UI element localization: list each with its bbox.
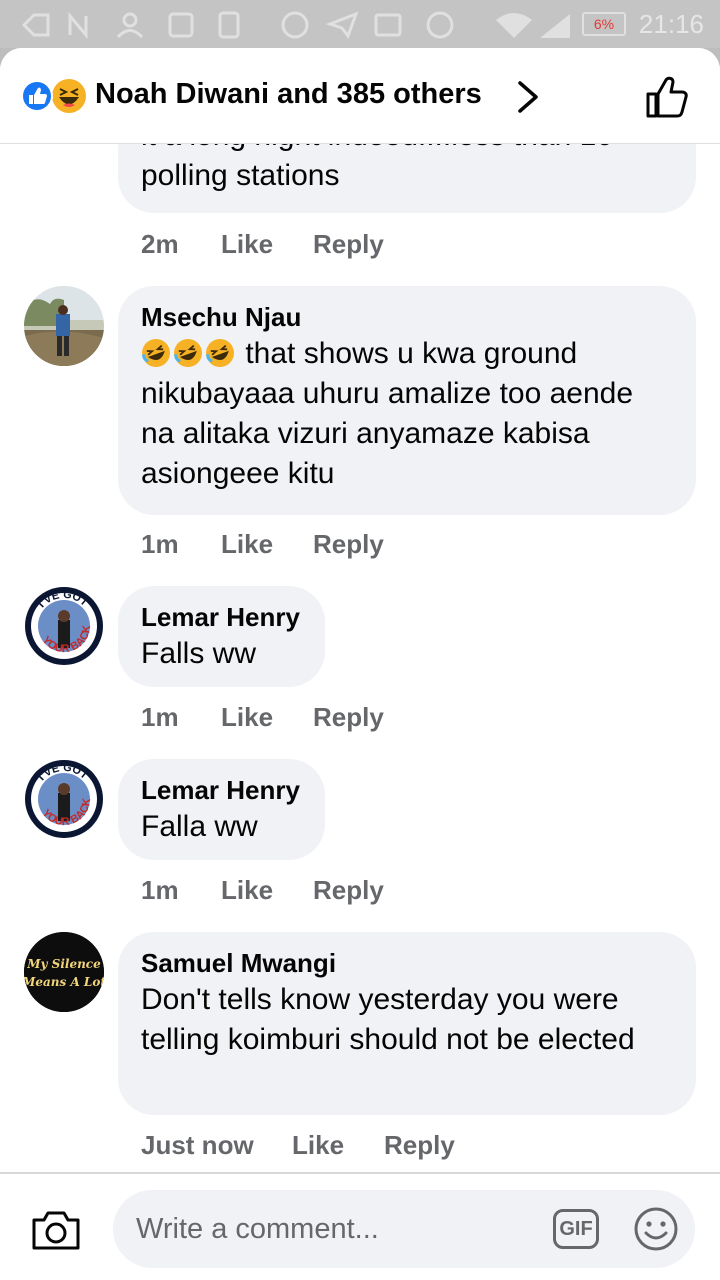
comment-text-partial: it a long night indeed....less than 10	[141, 144, 672, 156]
avatar-text-line1: My Silence	[26, 957, 101, 971]
battery-icon: 6%	[582, 12, 626, 36]
reply-button[interactable]: Reply	[384, 1130, 455, 1161]
comment-text-first: that shows u kwa ground	[245, 337, 578, 370]
camera-icon[interactable]	[30, 1208, 82, 1252]
thumbs-up-icon[interactable]	[644, 74, 690, 120]
signal-icons	[496, 13, 570, 38]
comment-text: polling stations	[141, 159, 340, 192]
comment-time: 1m	[141, 529, 179, 559]
comment-time: 1m	[141, 875, 179, 905]
status-icons	[21, 11, 454, 40]
emoji-icon[interactable]	[633, 1206, 679, 1252]
reply-button[interactable]: Reply	[313, 702, 384, 733]
reply-button[interactable]: Reply	[313, 529, 384, 560]
comment-bubble[interactable]: it a long night indeed....less than 10 p…	[118, 144, 696, 213]
comment-text-rest: nikubayaaa uhuru amalize too aende na al…	[141, 377, 634, 490]
comment-text: Don't tells know yesterday you were tell…	[141, 983, 635, 1056]
comment-text: Falls ww	[141, 637, 257, 670]
comment-bubble[interactable]: Msechu Njau that shows u kwa ground niku…	[118, 286, 696, 515]
reactions-summary[interactable]: Noah Diwani and 385 others	[95, 78, 482, 111]
comment-bubble[interactable]: Samuel Mwangi Don't tells know yesterday…	[118, 932, 696, 1115]
gif-label: GIF	[559, 1218, 593, 1240]
comment-author[interactable]: Lemar Henry	[141, 773, 301, 807]
like-reaction-icon	[21, 80, 53, 112]
gif-button[interactable]: GIF	[553, 1209, 599, 1249]
avatar-badge: I'VE GOT YOUR BACK	[25, 760, 103, 838]
reply-button[interactable]: Reply	[313, 875, 384, 906]
comment-text: that shows u kwa ground nikubayaaa uhuru…	[141, 334, 672, 494]
rolling-laughing-icon	[142, 339, 170, 367]
comment-bubble[interactable]: Lemar Henry Falls ww	[118, 586, 325, 687]
battery-percent: 6%	[593, 16, 615, 32]
comment-author[interactable]: Lemar Henry	[141, 600, 301, 634]
like-button[interactable]: Like	[221, 229, 273, 260]
reply-button[interactable]: Reply	[313, 229, 384, 260]
comment-text: Falla ww	[141, 810, 258, 843]
rolling-laughing-icon	[174, 339, 202, 367]
haha-reaction-icon	[52, 79, 86, 113]
comment-composer: GIF	[0, 1172, 720, 1280]
avatar[interactable]: I'VE GOT YOUR BACK	[24, 586, 104, 666]
comment-input[interactable]	[113, 1190, 695, 1268]
like-button[interactable]: Like	[292, 1130, 344, 1161]
comment-author[interactable]: Msechu Njau	[141, 300, 672, 334]
reactions-header[interactable]: Noah Diwani and 385 others	[0, 48, 720, 144]
avatar-badge: I'VE GOT YOUR BACK	[25, 587, 103, 665]
status-bar: 6% 21:16	[0, 0, 720, 48]
comment-time: Just now	[141, 1130, 254, 1160]
avatar[interactable]	[24, 286, 104, 366]
rolling-laughing-icon	[206, 339, 234, 367]
comment-bubble[interactable]: Lemar Henry Falla ww	[118, 759, 325, 860]
comments-sheet: Noah Diwani and 385 others it a long nig…	[0, 48, 720, 1280]
comment-time: 2m	[141, 229, 179, 259]
avatar[interactable]: My Silence Means A Lot	[24, 932, 104, 1012]
comment-time: 1m	[141, 702, 179, 732]
avatar-text-image: My Silence Means A Lot	[24, 932, 104, 1012]
chevron-right-icon[interactable]	[516, 80, 540, 114]
like-button[interactable]: Like	[221, 702, 273, 733]
comment-list[interactable]: it a long night indeed....less than 10 p…	[0, 144, 720, 1172]
like-button[interactable]: Like	[221, 875, 273, 906]
comment-author[interactable]: Samuel Mwangi	[141, 946, 672, 980]
like-button[interactable]: Like	[221, 529, 273, 560]
avatar-photo	[24, 286, 104, 366]
avatar[interactable]: I'VE GOT YOUR BACK	[24, 759, 104, 839]
avatar-text-line2: Means A Lot	[24, 975, 104, 989]
status-time: 21:16	[638, 9, 704, 39]
